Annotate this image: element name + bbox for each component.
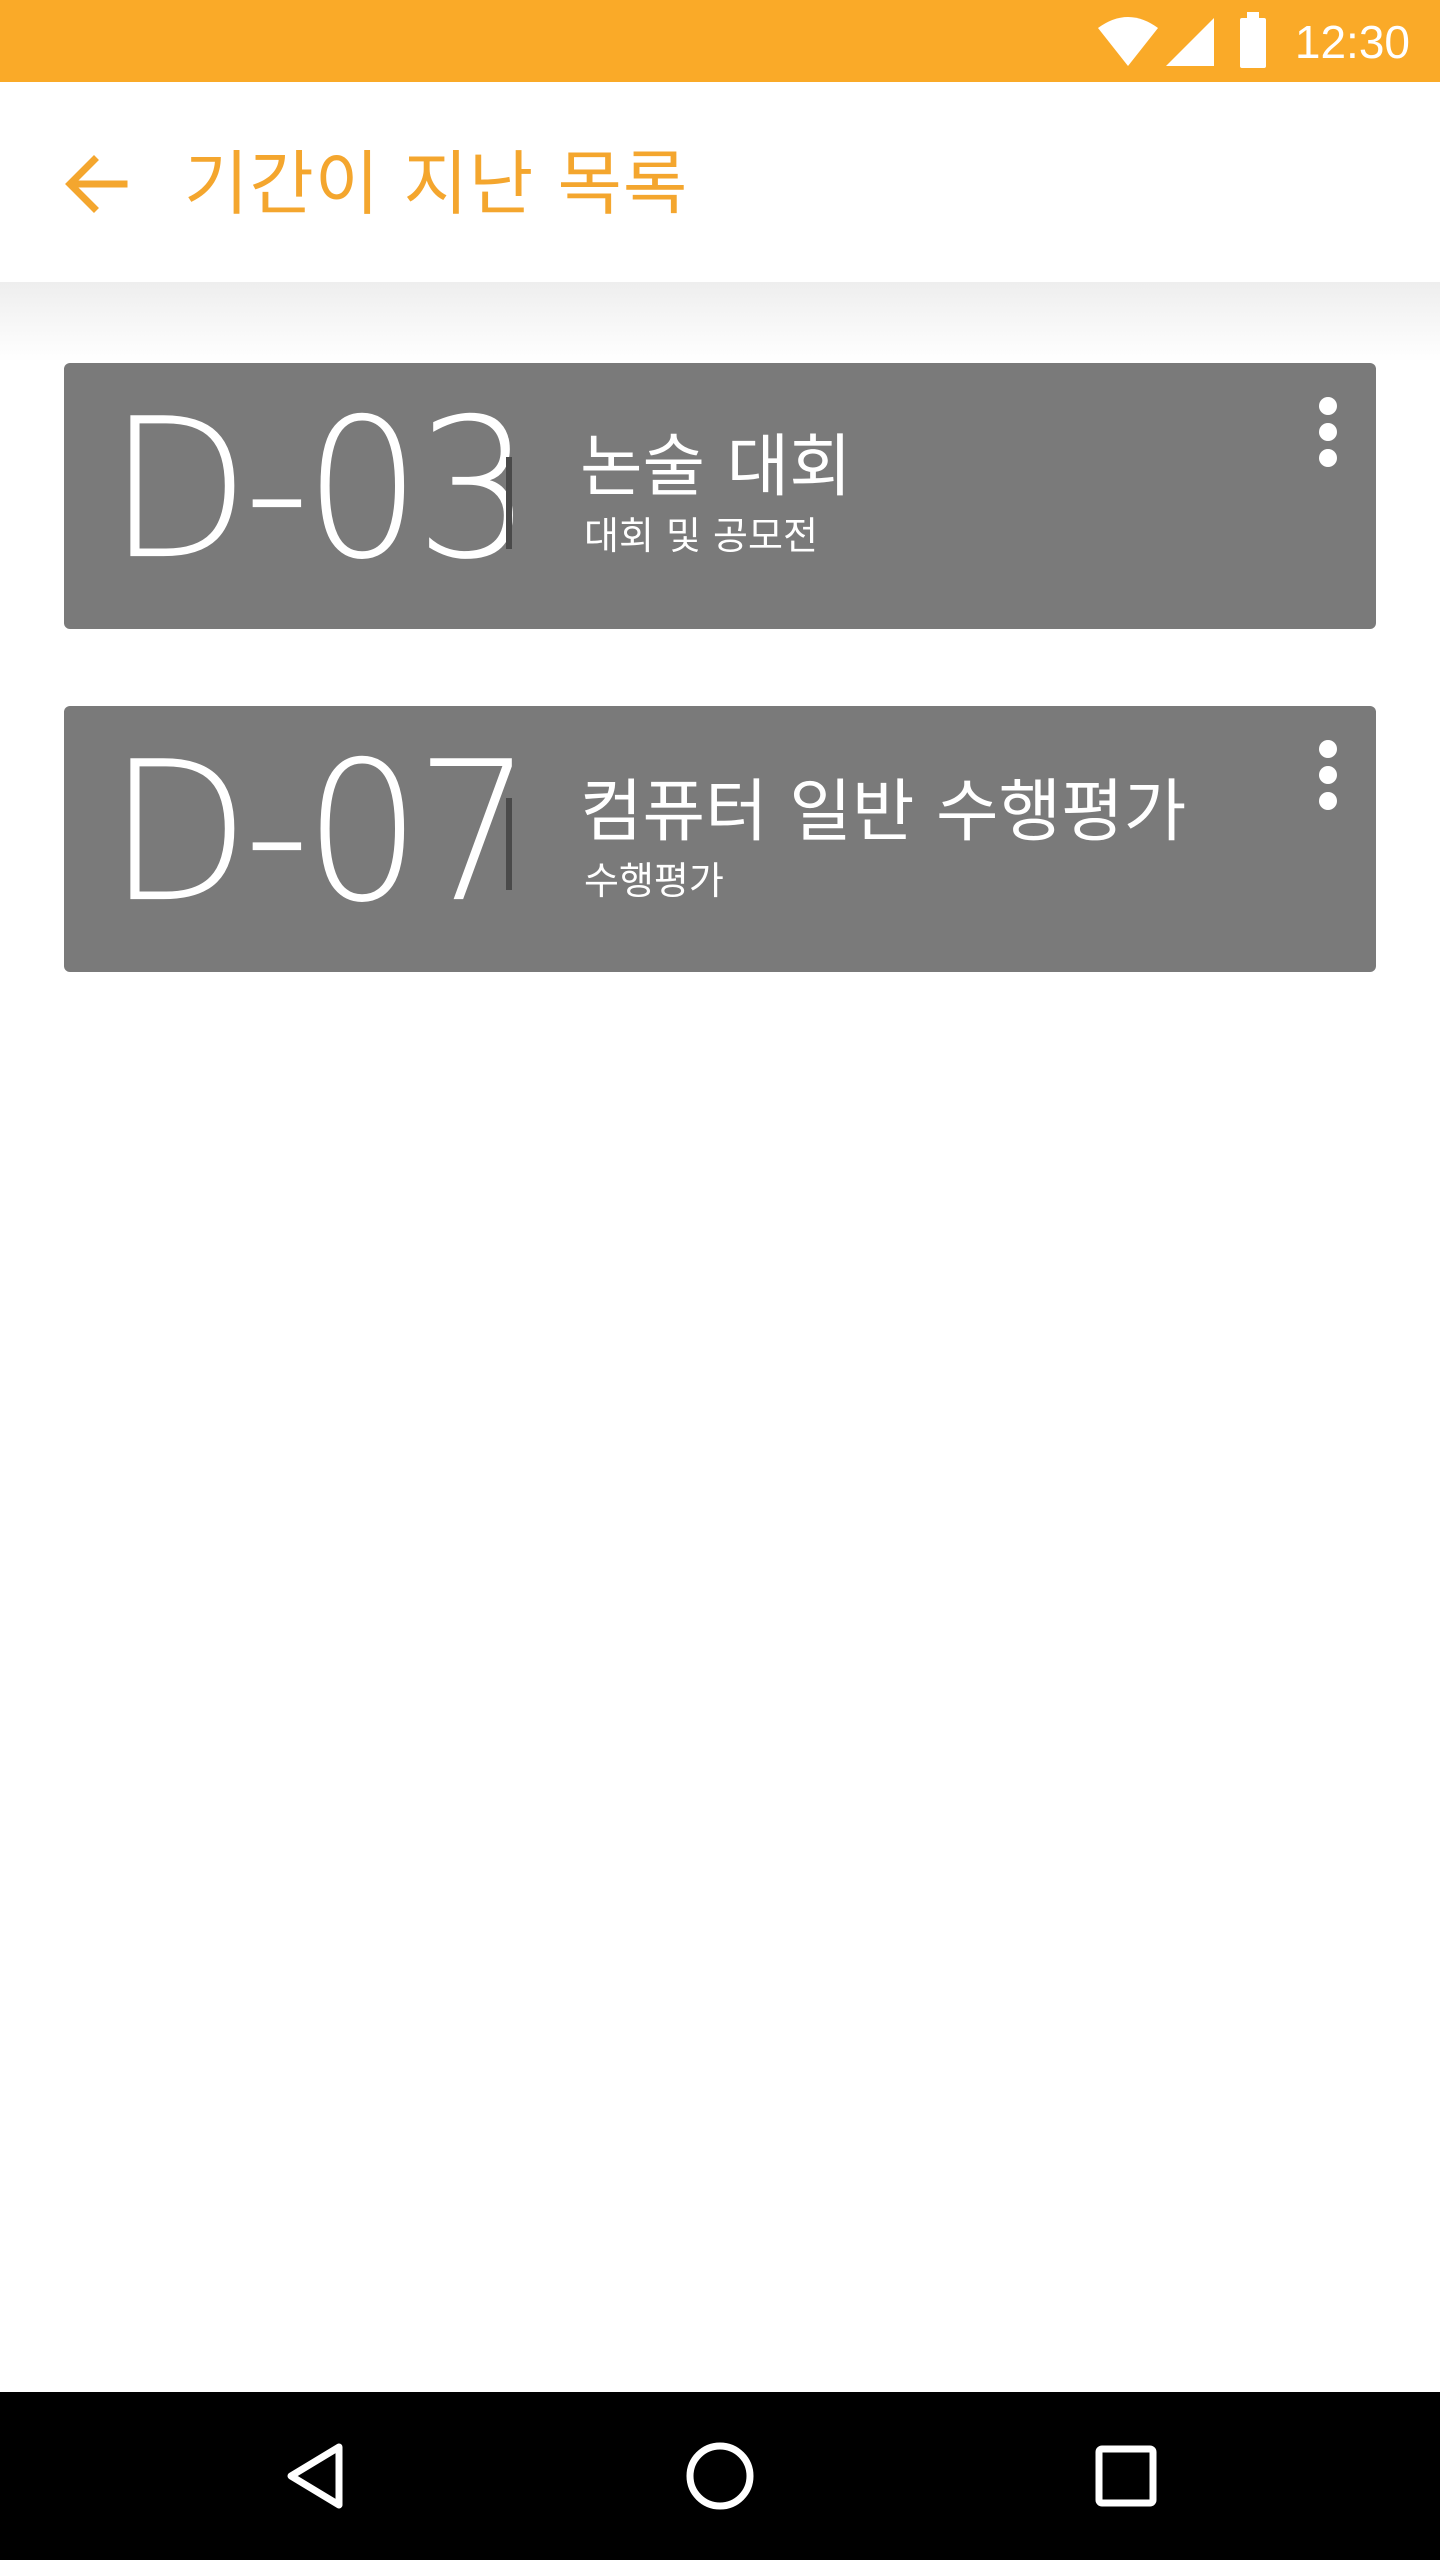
deadline-card[interactable]: D-03 논술 대회 대회 및 공모전 (64, 363, 1376, 629)
dday-label: D-03 (108, 377, 532, 603)
back-button[interactable] (48, 136, 144, 232)
app-bar-shadow (0, 282, 1440, 362)
more-vert-icon[interactable] (1300, 387, 1356, 477)
wifi-icon (1098, 17, 1158, 66)
nav-back-button[interactable] (266, 2426, 366, 2526)
status-time: 12:30 (1294, 16, 1410, 68)
card-divider (506, 457, 512, 549)
home-circle-icon (686, 2442, 754, 2510)
card-category: 대회 및 공모전 (584, 514, 818, 558)
deadline-card[interactable]: D-07 컴퓨터 일반 수행평가 수행평가 (64, 706, 1376, 972)
card-title: 컴퓨터 일반 수행평가 (580, 773, 1187, 852)
battery-icon (1240, 12, 1266, 68)
nav-home-button[interactable] (670, 2426, 770, 2526)
back-triangle-icon (287, 2443, 343, 2509)
card-title: 논술 대회 (580, 428, 852, 507)
card-category: 수행평가 (584, 859, 724, 903)
more-vert-icon[interactable] (1300, 730, 1356, 820)
navigation-bar (0, 2392, 1440, 2560)
cell-signal-icon (1166, 18, 1214, 66)
recents-square-icon (1095, 2445, 1157, 2507)
status-bar: 12:30 (0, 0, 1440, 82)
nav-recents-button[interactable] (1076, 2426, 1176, 2526)
dday-label: D-07 (108, 720, 532, 946)
page-title: 기간이 지난 목록 (184, 143, 689, 225)
card-divider (506, 798, 512, 890)
arrow-back-icon (65, 155, 128, 213)
